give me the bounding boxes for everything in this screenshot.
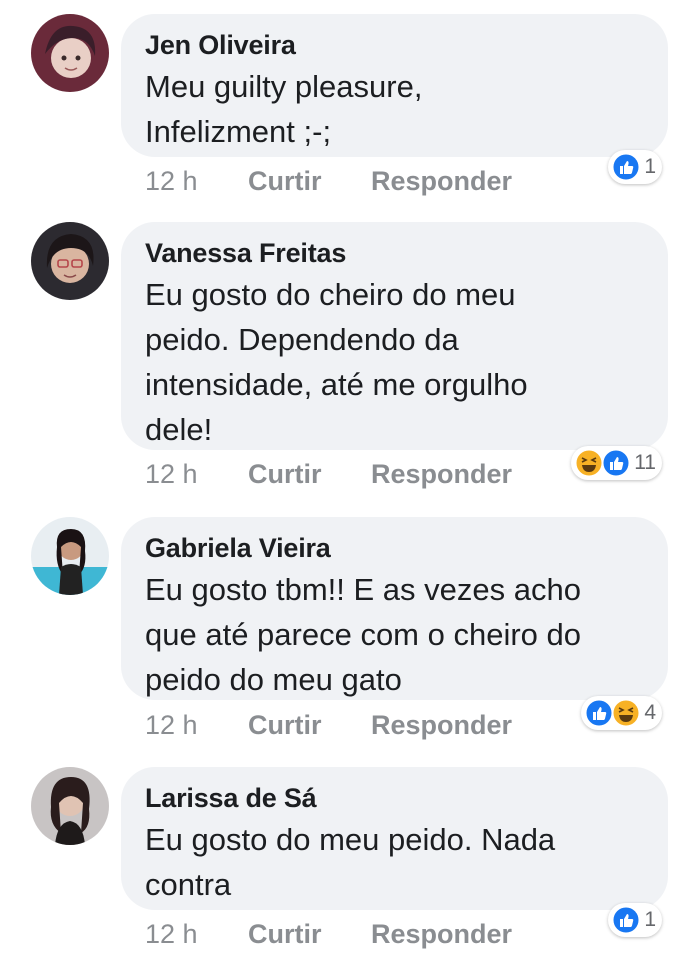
reply-button[interactable]: Responder xyxy=(371,166,512,196)
comment-author[interactable]: Gabriela Vieira xyxy=(145,533,644,563)
comment-author[interactable]: Vanessa Freitas xyxy=(145,238,644,268)
avatar[interactable] xyxy=(31,767,109,845)
reaction-summary[interactable]: 11 xyxy=(571,446,662,480)
avatar-image xyxy=(31,517,109,595)
avatar-image xyxy=(31,14,109,92)
like-icon xyxy=(611,905,641,935)
comment-bubble: Jen Oliveira Meu guilty pleasure, Infeli… xyxy=(121,14,668,157)
reply-button[interactable]: Responder xyxy=(371,919,512,949)
avatar[interactable] xyxy=(31,517,109,595)
comment-text: Eu gosto tbm!! E as vezes acho que até p… xyxy=(145,572,581,697)
comment-author[interactable]: Jen Oliveira xyxy=(145,30,644,60)
reaction-count: 11 xyxy=(634,451,656,474)
comment-timestamp[interactable]: 12 h xyxy=(145,459,198,489)
reaction-summary[interactable]: 1 xyxy=(608,903,662,937)
avatar-image xyxy=(31,222,109,300)
comment-timestamp[interactable]: 12 h xyxy=(145,166,198,196)
avatar[interactable] xyxy=(31,222,109,300)
reaction-count: 4 xyxy=(644,701,656,724)
reply-button[interactable]: Responder xyxy=(371,459,512,489)
comment-bubble: Gabriela Vieira Eu gosto tbm!! E as veze… xyxy=(121,517,668,700)
comment-bubble: Larissa de Sá Eu gosto do meu peido. Nad… xyxy=(121,767,668,910)
like-button[interactable]: Curtir xyxy=(248,459,322,489)
reaction-summary[interactable]: 1 xyxy=(608,150,662,184)
comment-text: Eu gosto do cheiro do meu peido. Depende… xyxy=(145,277,528,447)
reply-button[interactable]: Responder xyxy=(371,710,512,740)
comment-timestamp[interactable]: 12 h xyxy=(145,919,198,949)
comment-text: Meu guilty pleasure, Infelizment ;-; xyxy=(145,69,423,149)
haha-icon xyxy=(611,698,641,728)
like-button[interactable]: Curtir xyxy=(248,166,322,196)
haha-icon xyxy=(574,448,604,478)
like-button[interactable]: Curtir xyxy=(248,710,322,740)
like-icon xyxy=(611,152,641,182)
comment-bubble: Vanessa Freitas Eu gosto do cheiro do me… xyxy=(121,222,668,450)
comment-timestamp[interactable]: 12 h xyxy=(145,710,198,740)
like-icon xyxy=(601,448,631,478)
reaction-summary[interactable]: 4 xyxy=(581,696,662,730)
avatar-image xyxy=(31,767,109,845)
avatar[interactable] xyxy=(31,14,109,92)
like-button[interactable]: Curtir xyxy=(248,919,322,949)
reaction-count: 1 xyxy=(644,155,656,178)
comment-author[interactable]: Larissa de Sá xyxy=(145,783,644,813)
comment-text: Eu gosto do meu peido. Nada contra xyxy=(145,822,556,902)
like-icon xyxy=(584,698,614,728)
reaction-count: 1 xyxy=(644,908,656,931)
